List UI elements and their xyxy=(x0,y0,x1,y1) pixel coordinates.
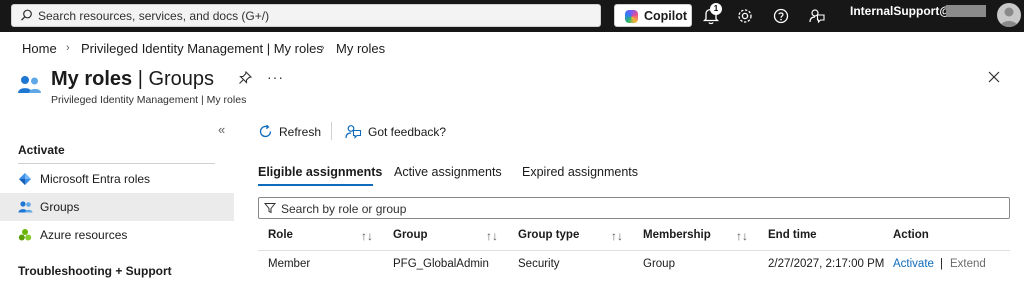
account-name[interactable]: InternalSupport@ xyxy=(850,4,951,18)
more-options-icon[interactable]: ··· xyxy=(267,69,284,85)
feedback-icon[interactable] xyxy=(808,6,828,26)
page-subtitle: Privileged Identity Management | My role… xyxy=(51,94,247,106)
action-separator: | xyxy=(940,258,943,270)
sidebar-item-groups[interactable]: Groups xyxy=(0,193,234,221)
breadcrumb-home[interactable]: Home xyxy=(22,41,57,56)
nav-section-troubleshooting: Troubleshooting + Support xyxy=(18,264,172,278)
divider xyxy=(258,250,1010,251)
divider xyxy=(18,163,215,164)
column-header-role[interactable]: Role xyxy=(268,229,293,241)
filter-placeholder: Search by role or group xyxy=(281,202,407,216)
redacted-username xyxy=(946,5,986,17)
sidebar-item-label: Azure resources xyxy=(40,228,128,242)
top-bar: Search resources, services, and docs (G+… xyxy=(0,0,1024,32)
sort-arrows-icon[interactable]: ↑↓ xyxy=(611,229,623,243)
extend-link[interactable]: Extend xyxy=(950,258,986,270)
close-icon[interactable] xyxy=(987,70,1001,87)
page-title: My roles | Groups xyxy=(51,68,214,91)
sidebar-item-azure-resources[interactable]: Azure resources xyxy=(0,221,234,249)
sort-arrows-icon[interactable]: ↑↓ xyxy=(361,229,373,243)
column-header-action: Action xyxy=(893,229,929,241)
sort-arrows-icon[interactable]: ↑↓ xyxy=(736,229,748,243)
active-tab-indicator xyxy=(258,184,373,186)
cell-role: Member xyxy=(268,258,311,270)
filter-funnel-icon xyxy=(263,202,277,217)
settings-gear-icon[interactable] xyxy=(736,6,756,26)
sidebar-item-label: Microsoft Entra roles xyxy=(40,172,151,186)
collapse-sidebar-icon[interactable]: « xyxy=(218,122,225,137)
page-title-suffix: | Groups xyxy=(132,68,215,90)
feedback-icon xyxy=(345,123,362,143)
column-header-group[interactable]: Group xyxy=(393,229,428,241)
pin-icon[interactable] xyxy=(238,70,253,88)
cell-group: PFG_GlobalAdmin xyxy=(393,258,489,270)
refresh-icon xyxy=(258,124,273,142)
global-search-input[interactable]: Search resources, services, and docs (G+… xyxy=(11,4,601,27)
help-icon[interactable] xyxy=(772,6,792,26)
column-header-membership[interactable]: Membership xyxy=(643,229,711,241)
nav-section-activate: Activate xyxy=(18,143,65,157)
breadcrumb-pim[interactable]: Privileged Identity Management | My role… xyxy=(81,41,323,56)
copilot-button[interactable]: Copilot xyxy=(614,4,692,27)
chevron-right-icon: › xyxy=(66,42,70,54)
cell-group-type: Security xyxy=(518,258,560,270)
copilot-icon xyxy=(625,10,638,23)
page-title-main: My roles xyxy=(51,68,133,90)
groups-icon xyxy=(17,74,43,97)
copilot-label: Copilot xyxy=(644,9,688,23)
breadcrumb-my-roles[interactable]: My roles xyxy=(336,41,385,56)
role-group-search-input[interactable]: Search by role or group xyxy=(258,197,1010,219)
got-feedback-button[interactable]: Got feedback? xyxy=(345,123,447,143)
chevron-right-icon: › xyxy=(321,42,325,54)
entra-diamond-icon xyxy=(18,172,32,189)
activate-link[interactable]: Activate xyxy=(893,258,934,270)
refresh-button[interactable]: Refresh xyxy=(258,124,324,140)
sidebar-item-entra-roles[interactable]: Microsoft Entra roles xyxy=(0,165,234,193)
tab-active-assignments[interactable]: Active assignments xyxy=(394,165,502,179)
column-header-group-type[interactable]: Group type xyxy=(518,229,579,241)
tab-expired-assignments[interactable]: Expired assignments xyxy=(522,165,638,179)
got-feedback-label: Got feedback? xyxy=(368,125,447,139)
azure-resources-icon xyxy=(18,228,32,245)
divider xyxy=(331,122,332,140)
groups-icon xyxy=(18,200,33,216)
refresh-label: Refresh xyxy=(279,125,322,139)
notification-count-badge: 1 xyxy=(710,3,722,15)
cell-membership: Group xyxy=(643,258,675,270)
tab-eligible-assignments[interactable]: Eligible assignments xyxy=(258,165,382,179)
cell-end-time: 2/27/2027, 2:17:00 PM xyxy=(768,258,885,270)
avatar[interactable] xyxy=(997,3,1021,27)
global-search-placeholder: Search resources, services, and docs (G+… xyxy=(38,9,270,23)
search-icon xyxy=(20,9,33,25)
column-header-end-time[interactable]: End time xyxy=(768,229,817,241)
sort-arrows-icon[interactable]: ↑↓ xyxy=(486,229,498,243)
sidebar-item-label: Groups xyxy=(40,200,80,214)
